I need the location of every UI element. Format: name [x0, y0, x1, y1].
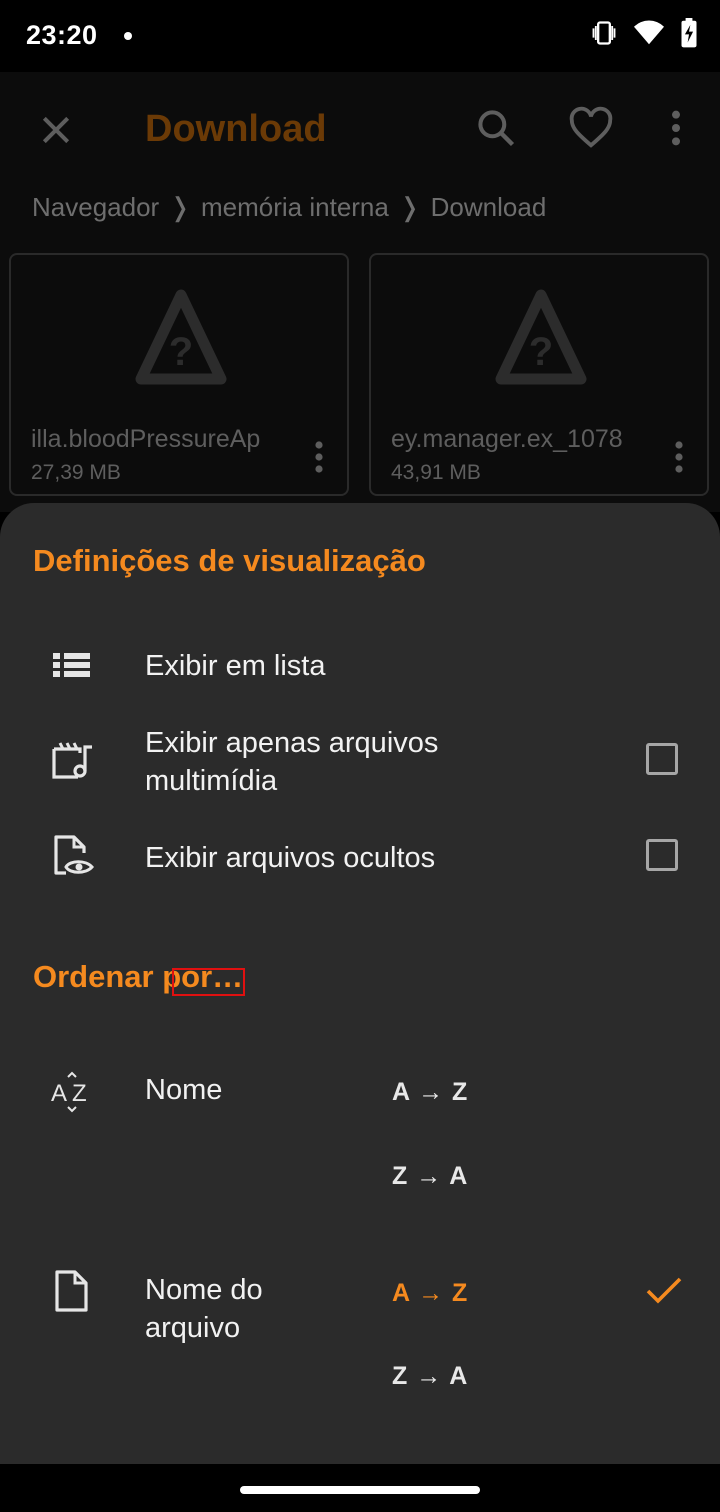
status-time: 23:20 [26, 20, 98, 50]
file-name: ey.manager.ex_1078 [391, 425, 623, 453]
sort-name-desc[interactable]: Z → A [392, 1162, 468, 1191]
chevron-right-icon: ❭ [169, 192, 191, 222]
sort-name-asc[interactable]: A → Z [392, 1078, 468, 1107]
sort-title-word: Ordenar [33, 959, 154, 994]
file-name: illa.bloodPressureAp [31, 425, 261, 453]
sort-option-label: Nome do arquivo [145, 1271, 263, 1347]
breadcrumb-item-navegador[interactable]: Navegador [32, 192, 159, 223]
close-icon[interactable] [36, 110, 76, 150]
hidden-files-checkbox[interactable] [646, 839, 678, 871]
svg-text:Z: Z [72, 1080, 87, 1107]
view-option-label-line2: multimídia [145, 765, 278, 797]
heart-icon[interactable] [568, 106, 614, 150]
wifi-icon [634, 20, 664, 45]
highlight-box [172, 968, 245, 996]
sort-filename-desc[interactable]: Z → A [392, 1362, 468, 1391]
breadcrumb-item-download[interactable]: Download [431, 192, 547, 223]
more-vert-icon[interactable] [664, 108, 688, 148]
battery-charging-icon [681, 18, 697, 48]
status-bar: 23:20 [0, 0, 720, 72]
search-icon[interactable] [474, 106, 518, 150]
list-icon [53, 653, 90, 677]
breadcrumb: Navegador ❭ memória interna ❭ Download [32, 192, 546, 223]
file-size: 43,91 MB [391, 461, 481, 484]
chevron-right-icon: ❭ [398, 192, 421, 222]
svg-text:A: A [51, 1080, 67, 1107]
sort-option-label-line1: Nome do [145, 1274, 263, 1306]
sort-filename-asc[interactable]: A → Z [392, 1279, 468, 1308]
sort-az-icon: A Z [51, 1071, 87, 1113]
check-icon [646, 1277, 682, 1304]
file-card[interactable]: ? illa.bloodPressureAp 27,39 MB [9, 253, 349, 496]
hidden-file-icon [54, 835, 94, 875]
navigation-bar [0, 1464, 720, 1512]
file-more-icon[interactable] [671, 439, 687, 475]
view-settings-sheet: Definições de visualização Exibir em lis… [0, 503, 720, 1464]
view-option-label: Exibir em lista [145, 650, 326, 682]
svg-text:?: ? [169, 330, 193, 374]
view-option-label: Exibir apenas arquivos multimídia [145, 724, 438, 800]
sort-option-label-line2: arquivo [145, 1312, 241, 1344]
status-icons [590, 18, 698, 48]
view-option-label-line1: Exibir apenas arquivos [145, 727, 439, 759]
breadcrumb-item-memoria[interactable]: memória interna [201, 192, 389, 223]
file-size: 27,39 MB [31, 461, 121, 484]
file-icon [55, 1270, 88, 1312]
page-title: Download [145, 108, 327, 150]
view-option-label: Exibir arquivos ocultos [145, 842, 436, 874]
svg-text:?: ? [529, 330, 553, 374]
app-bar: Download [0, 72, 720, 182]
media-file-icon [52, 742, 92, 779]
view-settings-title: Definições de visualização [33, 543, 426, 578]
file-card[interactable]: ? ey.manager.ex_1078 43,91 MB [369, 253, 709, 496]
notification-dot-icon [124, 32, 132, 40]
sort-option-label: Nome [145, 1074, 223, 1106]
warning-unknown-icon: ? [495, 289, 587, 385]
home-handle[interactable] [240, 1486, 480, 1494]
media-only-checkbox[interactable] [646, 743, 678, 775]
file-more-icon[interactable] [311, 439, 327, 475]
vibrate-icon [592, 21, 616, 45]
warning-unknown-icon: ? [135, 289, 227, 385]
